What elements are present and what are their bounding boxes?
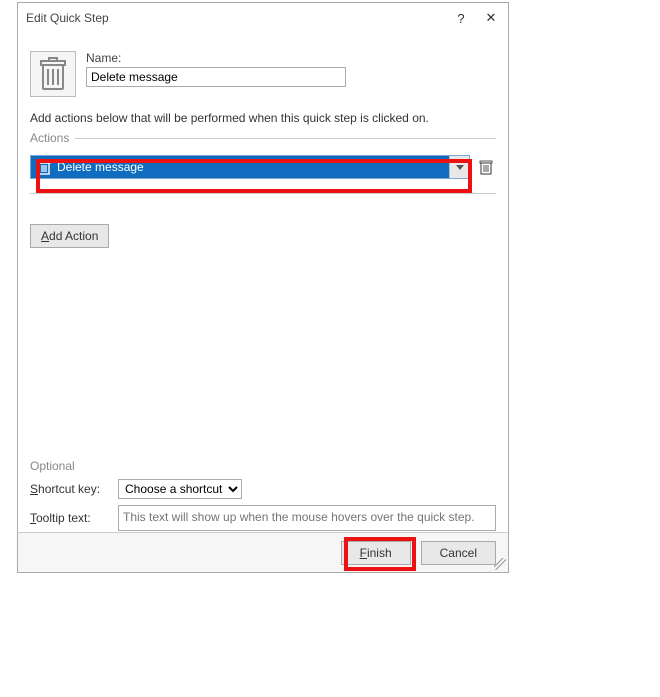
add-action-button[interactable]: Add Action (30, 224, 109, 248)
shortcut-key-label: Shortcut key: (30, 482, 110, 496)
name-input[interactable] (86, 67, 346, 87)
action-selected-text: Delete message (57, 160, 144, 174)
trash-icon (37, 159, 51, 175)
cancel-button[interactable]: Cancel (421, 541, 496, 565)
shortcut-key-select[interactable]: Choose a shortcut (118, 479, 242, 499)
name-label: Name: (86, 51, 496, 65)
optional-section-header: Optional (30, 459, 496, 473)
actions-section-header: Actions (30, 131, 496, 145)
resize-grip-icon[interactable] (494, 558, 506, 570)
chevron-down-icon[interactable] (449, 156, 469, 178)
help-button[interactable]: ? (446, 3, 476, 33)
tooltip-text-label: Tooltip text: (30, 511, 110, 525)
dialog-footer: Finish Cancel (18, 532, 508, 572)
titlebar: Edit Quick Step ? ✕ (18, 3, 508, 33)
optional-label: Optional (30, 459, 75, 473)
dialog-title: Edit Quick Step (26, 11, 109, 25)
finish-button[interactable]: Finish (341, 541, 411, 565)
description-text: Add actions below that will be performed… (30, 111, 496, 125)
trash-icon (39, 57, 67, 91)
close-button[interactable]: ✕ (476, 3, 506, 33)
trash-icon (479, 159, 493, 175)
tooltip-text-input[interactable] (118, 505, 496, 531)
edit-quick-step-dialog: Edit Quick Step ? ✕ Name: (17, 2, 509, 573)
action-combobox[interactable]: Delete message (30, 155, 470, 179)
quick-step-icon-button[interactable] (30, 51, 76, 97)
remove-action-button[interactable] (476, 157, 496, 177)
actions-label: Actions (30, 131, 69, 145)
